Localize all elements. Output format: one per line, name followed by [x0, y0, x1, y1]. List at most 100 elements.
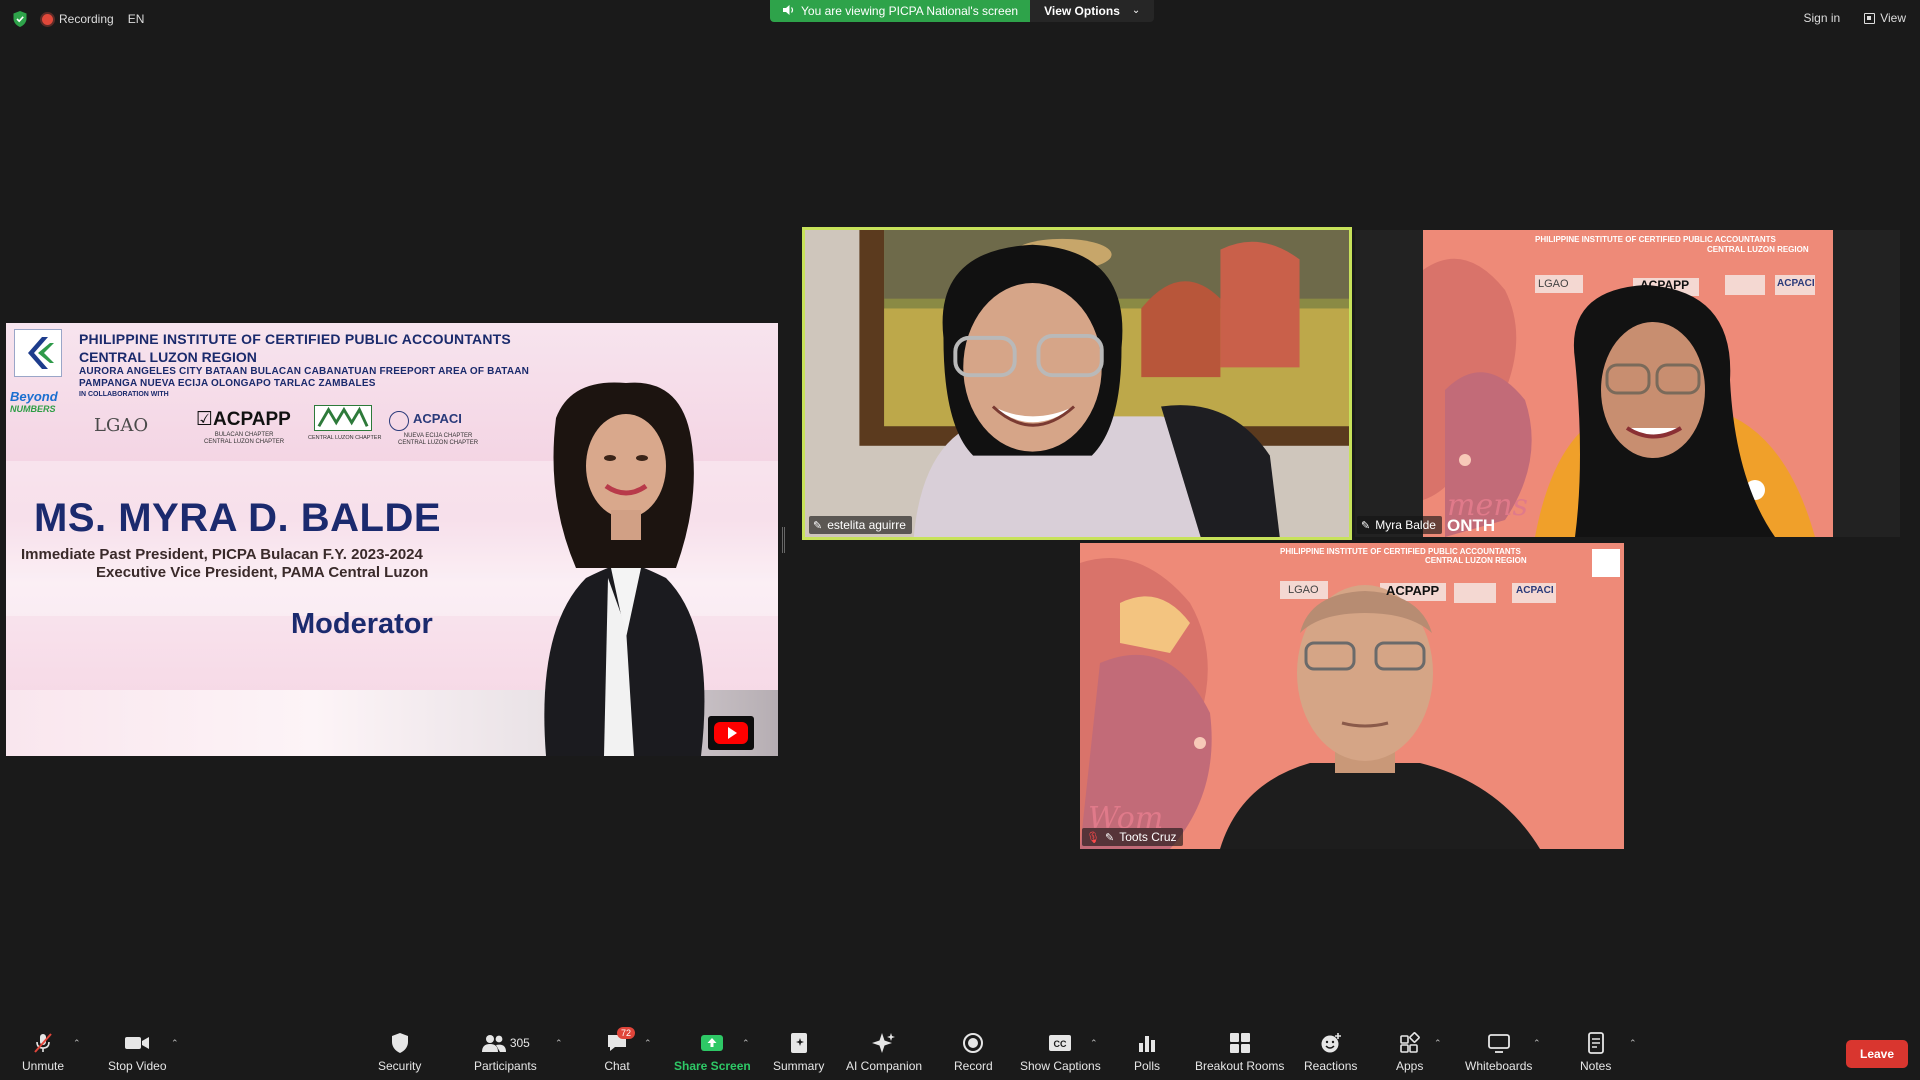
participants-icon: 305 — [475, 1032, 535, 1054]
top-left-status: Recording EN — [12, 10, 144, 28]
leave-button[interactable]: Leave — [1846, 1040, 1908, 1068]
show-captions-button[interactable]: CC Show Captions — [1020, 1032, 1101, 1073]
pin-icon: ✎ — [1104, 831, 1115, 844]
video-tile-myra-balde[interactable]: PHILIPPINE INSTITUTE OF CERTIFIED PUBLIC… — [1355, 230, 1900, 537]
speaker-name: MS. MYRA D. BALDE — [34, 496, 442, 540]
meeting-top-bar: Recording EN You are viewing PICPA Natio… — [0, 0, 1920, 40]
muted-mic-icon: 🎙 — [1086, 831, 1100, 844]
bg-acpaci-logo: ACPACI — [1777, 278, 1815, 289]
reactions-button[interactable]: Reactions — [1304, 1032, 1357, 1073]
svg-text:CC: CC — [1054, 1039, 1067, 1049]
polls-button[interactable]: Polls — [1134, 1032, 1160, 1073]
participants-label: Participants — [474, 1059, 537, 1073]
recording-dot-icon — [42, 13, 53, 25]
chat-bubble-icon: 72 — [604, 1027, 636, 1054]
youtube-logo — [708, 716, 754, 750]
closed-captions-icon: CC — [1047, 1032, 1073, 1054]
recording-indicator[interactable]: Recording — [42, 12, 114, 26]
participant-name: estelita aguirre — [827, 518, 906, 532]
breakout-rooms-button[interactable]: Breakout Rooms — [1195, 1032, 1284, 1073]
apps-chevron-icon[interactable]: ⌃ — [1434, 1038, 1442, 1049]
view-options-button[interactable]: View Options ⌄ — [1030, 0, 1155, 22]
pin-icon: ✎ — [1361, 519, 1371, 532]
participants-button[interactable]: 305 Participants — [474, 1032, 537, 1073]
sign-in-button[interactable]: Sign in — [1804, 11, 1841, 25]
summary-label: Summary — [773, 1059, 825, 1073]
notes-button[interactable]: Notes — [1580, 1032, 1611, 1073]
acpaci-subtitle: NUEVA ECIJA CHAPTER CENTRAL LUZON CHAPTE… — [398, 433, 478, 447]
security-button[interactable]: Security — [378, 1032, 421, 1073]
unmute-label: Unmute — [22, 1059, 65, 1073]
record-button[interactable]: Record — [954, 1032, 993, 1073]
view-label: View — [1880, 11, 1906, 25]
numbers-text: NUMBERS — [10, 404, 56, 414]
apps-label: Apps — [1396, 1059, 1424, 1073]
share-options-chevron-icon[interactable]: ⌃ — [742, 1038, 750, 1049]
chat-chevron-icon[interactable]: ⌃ — [644, 1038, 652, 1049]
whiteboards-chevron-icon[interactable]: ⌃ — [1533, 1038, 1541, 1049]
speaker-portrait — [544, 382, 705, 756]
apps-button[interactable]: Apps — [1396, 1032, 1423, 1073]
whiteboards-label: Whiteboards — [1465, 1059, 1533, 1073]
picpa-chevron-icon — [28, 337, 54, 369]
summary-icon — [786, 1032, 812, 1054]
video-options-chevron-icon[interactable]: ⌃ — [171, 1038, 179, 1049]
reactions-label: Reactions — [1304, 1059, 1358, 1073]
share-view-splitter-handle[interactable] — [782, 527, 785, 553]
chat-button[interactable]: 72 Chat — [604, 1027, 636, 1073]
participant-name: Myra Balde — [1375, 518, 1436, 532]
encryption-shield-icon[interactable] — [12, 10, 28, 28]
pama-mark-icon — [317, 406, 369, 427]
slide-region-title: CENTRAL LUZON REGION — [79, 349, 257, 365]
estelita-video-feed — [805, 230, 1349, 537]
viewing-share-text: You are viewing PICPA National's screen — [801, 4, 1019, 18]
chat-label: Chat — [604, 1059, 630, 1073]
participants-chevron-icon[interactable]: ⌃ — [555, 1038, 563, 1049]
ai-companion-label: AI Companion — [846, 1059, 923, 1073]
bg-acpaci-logo: ACPACI — [1516, 585, 1554, 596]
checkmark-icon: ☑ — [196, 409, 214, 430]
audio-options-chevron-icon[interactable]: ⌃ — [73, 1038, 81, 1049]
notes-label: Notes — [1580, 1059, 1612, 1073]
video-tile-toots-cruz[interactable]: PHILIPPINE INSTITUTE OF CERTIFIED PUBLIC… — [1080, 543, 1624, 849]
shared-screen-slide[interactable]: PHILIPPINE INSTITUTE OF CERTIFIED PUBLIC… — [6, 323, 778, 756]
ai-companion-button[interactable]: AI Companion — [846, 1032, 922, 1073]
record-icon — [960, 1032, 986, 1054]
notes-icon — [1583, 1032, 1609, 1054]
breakout-rooms-icon — [1227, 1032, 1253, 1054]
speaker-icon — [783, 5, 794, 15]
show-captions-label: Show Captions — [1020, 1059, 1101, 1073]
picpa-logo — [14, 329, 62, 377]
speaker-role-1: Immediate Past President, PICPA Bulacan … — [21, 546, 423, 563]
view-layout-button[interactable]: View — [1864, 11, 1906, 25]
acpaci-text: ACPACI — [413, 411, 462, 426]
bg-month-text: ONTH — [1447, 516, 1496, 535]
apps-icon — [1397, 1032, 1423, 1054]
acpaci-sub-2: CENTRAL LUZON CHAPTER — [398, 440, 479, 446]
participant-name: Toots Cruz — [1119, 830, 1177, 844]
reactions-smiley-icon — [1318, 1032, 1344, 1054]
view-options-label: View Options — [1044, 4, 1120, 18]
beyond-text: Beyond — [10, 389, 58, 404]
unmute-button[interactable]: Unmute — [22, 1032, 64, 1073]
video-tile-estelita-aguirre[interactable]: ✎ estelita aguirre — [802, 227, 1352, 540]
slide-collab-label: IN COLLABORATION WITH — [79, 391, 169, 398]
security-label: Security — [378, 1059, 422, 1073]
participant-name-label: ✎ estelita aguirre — [809, 516, 912, 534]
notes-chevron-icon[interactable]: ⌃ — [1629, 1038, 1637, 1049]
slide-org-title: PHILIPPINE INSTITUTE OF CERTIFIED PUBLIC… — [79, 331, 511, 347]
share-screen-button[interactable]: Share Screen — [674, 1032, 751, 1073]
record-label: Record — [954, 1059, 993, 1073]
whiteboards-button[interactable]: Whiteboards — [1465, 1032, 1532, 1073]
share-screen-label: Share Screen — [674, 1059, 751, 1073]
language-selector[interactable]: EN — [128, 12, 145, 26]
ai-sparkle-icon — [871, 1032, 897, 1054]
captions-chevron-icon[interactable]: ⌃ — [1090, 1038, 1098, 1049]
participants-count: 305 — [509, 1036, 530, 1050]
stop-video-label: Stop Video — [108, 1059, 167, 1073]
summary-button[interactable]: Summary — [773, 1032, 824, 1073]
acpaci-logo: ACPACI — [391, 411, 462, 426]
slide-chapters-line-1: AURORA ANGELES CITY BATAAN BULACAN CABAN… — [79, 366, 530, 377]
stop-video-button[interactable]: Stop Video — [108, 1032, 167, 1073]
top-right-actions: Sign in View — [1804, 11, 1907, 25]
